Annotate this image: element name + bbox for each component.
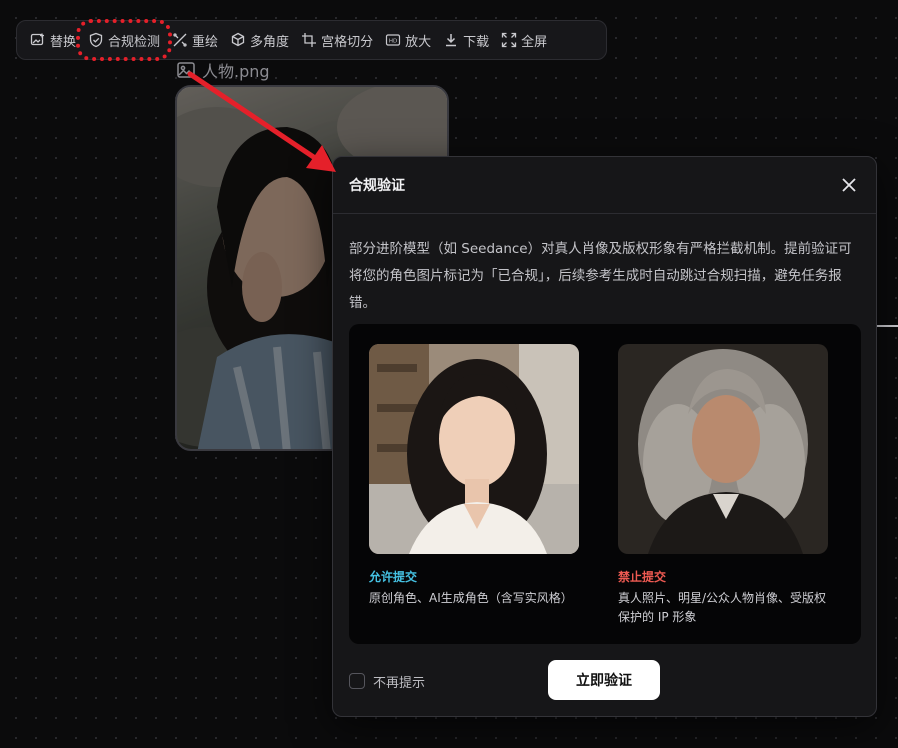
upscale-button[interactable]: HD 放大: [380, 26, 436, 54]
shield-check-icon: [89, 32, 103, 48]
replace-label: 替换: [50, 34, 77, 50]
grid-split-label: 宫格切分: [321, 34, 374, 50]
example-comparison: 允许提交 原创角色、AI生成角色（含写实风格） 禁止提交 真人照片、明星/公众人…: [349, 324, 861, 644]
allowed-description: 原创角色、AI生成角色（含写实风格）: [369, 591, 573, 605]
allowed-example: 允许提交 原创角色、AI生成角色（含写实风格）: [369, 344, 579, 608]
forbidden-example: 禁止提交 真人照片、明星/公众人物肖像、受版权保护的 IP 形象: [618, 344, 828, 627]
upscale-label: 放大: [405, 34, 432, 50]
allowed-example-image: [369, 344, 579, 554]
dont-show-again-checkbox[interactable]: [349, 673, 365, 689]
allowed-tag: 允许提交: [369, 570, 418, 584]
historical-portrait-image: [618, 344, 828, 554]
compliance-check-label: 合规检测: [108, 34, 161, 50]
redraw-icon: [173, 33, 187, 47]
verify-now-button[interactable]: 立即验证: [548, 660, 660, 700]
forbidden-description: 真人照片、明星/公众人物肖像、受版权保护的 IP 形象: [618, 591, 827, 624]
hd-upscale-icon: HD: [385, 34, 401, 46]
replace-image-icon: [30, 33, 44, 46]
multi-angle-icon: [231, 32, 245, 47]
replace-button[interactable]: 替换: [25, 26, 81, 54]
fullscreen-label: 全屏: [521, 34, 548, 50]
forbidden-example-image: [618, 344, 828, 554]
image-icon: [177, 62, 195, 78]
close-button[interactable]: [838, 174, 860, 196]
download-button[interactable]: 下载: [438, 26, 494, 54]
redraw-button[interactable]: 重绘: [167, 26, 223, 54]
download-label: 下载: [463, 34, 490, 50]
dont-show-again-label: 不再提示: [373, 675, 426, 691]
close-icon: [842, 178, 856, 192]
node-title: 人物.png: [176, 58, 270, 82]
forbidden-tag: 禁止提交: [618, 570, 667, 584]
multi-angle-button[interactable]: 多角度: [225, 26, 294, 54]
grid-split-icon: [302, 33, 317, 47]
redraw-label: 重绘: [192, 34, 219, 50]
dialog-title: 合规验证: [349, 178, 405, 194]
dialog-header: 合规验证: [333, 157, 876, 214]
node-filename: 人物.png: [202, 62, 270, 81]
fullscreen-icon: [501, 32, 517, 48]
node-toolbar: 替换 合规检测 重绘 多角度 宫格切分 HD 放大 下载 全屏: [16, 19, 607, 61]
dialog-footer: 不再提示 立即验证: [349, 660, 861, 702]
grid-split-button[interactable]: 宫格切分: [296, 26, 378, 54]
compliance-dialog: 合规验证 部分进阶模型（如 Seedance）对真人肖像及版权形象有严格拦截机制…: [332, 156, 877, 717]
ai-portrait-image: [369, 344, 579, 554]
fullscreen-button[interactable]: 全屏: [496, 26, 552, 54]
connection-edge: [876, 325, 898, 327]
svg-text:HD: HD: [389, 39, 397, 45]
multi-angle-label: 多角度: [250, 34, 290, 50]
download-icon: [446, 34, 457, 47]
compliance-check-button[interactable]: 合规检测: [76, 19, 173, 61]
